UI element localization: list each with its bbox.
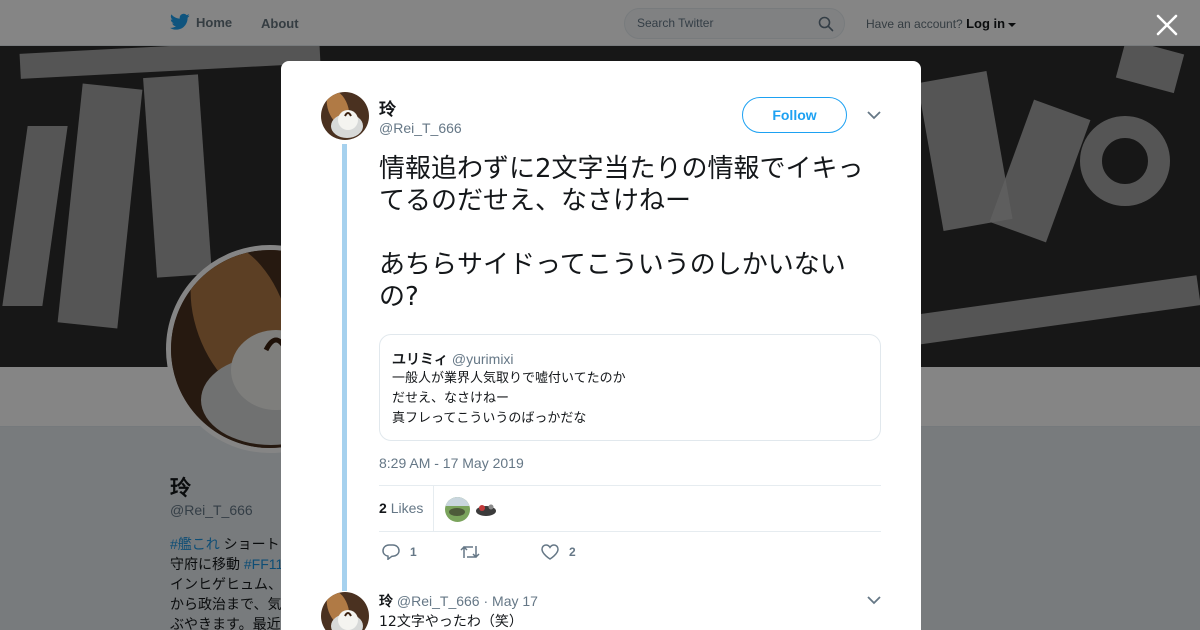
retweet-action[interactable]	[460, 544, 490, 560]
divider	[379, 485, 881, 486]
reply-count: 1	[410, 545, 417, 559]
tweet-modal: 玲 @Rei_T_666 Follow 情報追わずに2文字当たりの情報でイキって…	[281, 61, 921, 630]
retweet-icon	[460, 545, 480, 559]
like-count: 2	[569, 545, 576, 559]
liker-avatar[interactable]	[474, 497, 499, 522]
reply-icon	[382, 544, 400, 560]
quoted-tweet-text: 一般人が業界人気取りで嘘付いてたのか だせえ、なさけねー 真フレってこういうのば…	[392, 371, 626, 426]
reply-date[interactable]: · May 17	[483, 593, 537, 609]
likes-stat[interactable]: 2 Likes	[379, 500, 423, 516]
quoted-author-name: ユリミィ	[392, 351, 448, 367]
close-icon[interactable]	[1154, 12, 1180, 38]
reply-author-handle[interactable]: @Rei_T_666	[397, 593, 480, 609]
chevron-down-icon[interactable]	[867, 595, 881, 605]
likes-label: Likes	[390, 500, 424, 516]
author-name[interactable]: 玲	[379, 95, 396, 120]
reply-author-name[interactable]: 玲	[379, 593, 393, 609]
quoted-tweet[interactable]: ユリミィ @yurimixi 一般人が業界人気取りで嘘付いてたのか だせえ、なさ…	[379, 334, 881, 441]
reply-header: 玲 @Rei_T_666 · May 17	[379, 591, 538, 611]
chevron-down-icon[interactable]	[867, 110, 881, 120]
stat-divider	[433, 486, 434, 531]
divider	[379, 531, 881, 532]
quoted-author-handle: @yurimixi	[451, 351, 514, 367]
heart-icon	[541, 544, 559, 560]
author-avatar[interactable]	[321, 92, 369, 140]
follow-button[interactable]: Follow	[742, 97, 847, 133]
reply-text: 12文字やったわ（笑）	[379, 614, 523, 630]
thread-line	[342, 144, 347, 591]
tweet-text: 情報追わずに2文字当たりの情報でイキってるのだせえ、なさけねー あちらサイドって…	[379, 154, 864, 312]
reply-author-avatar[interactable]	[321, 592, 369, 630]
likes-count: 2	[379, 500, 387, 516]
author-handle[interactable]: @Rei_T_666	[379, 120, 462, 136]
reply-action[interactable]: 1	[382, 544, 417, 560]
quoted-tweet-header: ユリミィ @yurimixi	[392, 349, 514, 369]
liker-avatar[interactable]	[445, 497, 470, 522]
tweet-timestamp[interactable]: 8:29 AM - 17 May 2019	[379, 455, 524, 471]
like-action[interactable]: 2	[541, 544, 576, 560]
